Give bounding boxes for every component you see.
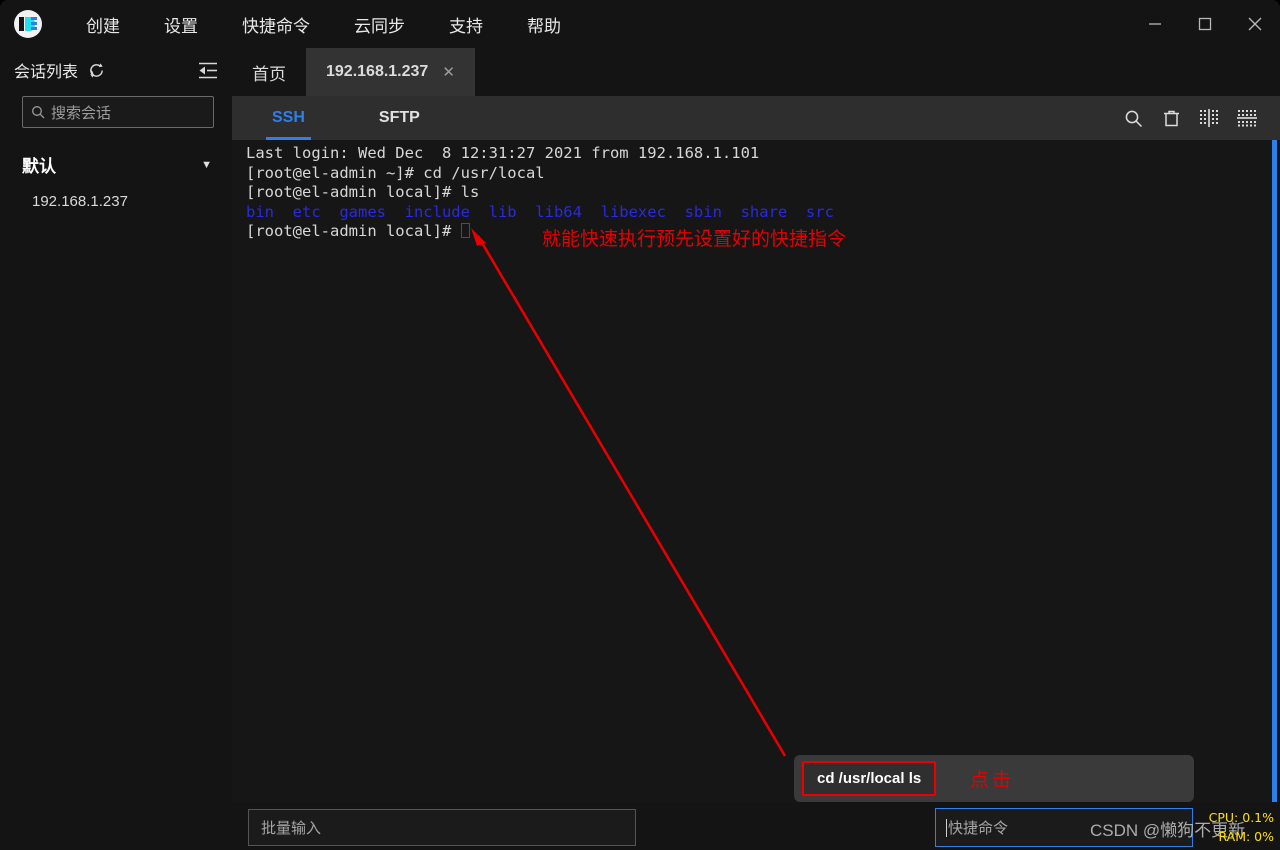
- app-logo-icon: [14, 10, 42, 38]
- menu-bar: 创建 设置 快捷命令 云同步 支持 帮助: [70, 8, 589, 41]
- terminal-line: [root@el-admin ~]# cd /usr/local: [246, 163, 545, 182]
- tab-home-label: 首页: [252, 64, 286, 84]
- terminal-prompt: [root@el-admin local]#: [246, 222, 461, 240]
- annotation-note: 就能快速执行预先设置好的快捷指令: [542, 228, 847, 250]
- terminal-scrollbar[interactable]: [1272, 140, 1277, 844]
- tab-ssh[interactable]: SSH: [266, 96, 311, 140]
- ram-stat: RAM: 0%: [1218, 829, 1274, 844]
- tab-session-label: 192.168.1.237: [326, 63, 429, 80]
- protocol-tab-bar: SSH SFTP: [232, 96, 1280, 140]
- search-icon: [31, 105, 45, 119]
- text-caret: [946, 818, 947, 837]
- batch-input-placeholder: 批量输入: [261, 820, 322, 837]
- tab-strip: 首页 192.168.1.237 ✕: [232, 48, 1280, 96]
- trash-icon[interactable]: [1152, 99, 1190, 137]
- terminal-toolbar: [1114, 99, 1280, 137]
- tab-sftp-label: SFTP: [378, 109, 420, 126]
- annotation-click-label: 点击: [970, 769, 1015, 791]
- collapse-panel-icon[interactable]: [198, 62, 218, 79]
- app-window: 创建 设置 快捷命令 云同步 支持 帮助 会话列表 搜索会话 默认 ▼ 192.…: [0, 0, 1280, 850]
- cpu-stat: CPU: 0.1%: [1208, 810, 1274, 825]
- close-icon[interactable]: ✕: [442, 63, 455, 81]
- menu-item-create[interactable]: 创建: [70, 8, 136, 41]
- search-input[interactable]: 搜索会话: [51, 102, 111, 123]
- terminal-cursor: [460, 223, 470, 238]
- menu-item-cloud-sync[interactable]: 云同步: [338, 8, 421, 41]
- tab-home[interactable]: 首页: [232, 48, 306, 96]
- sidebar: 会话列表 搜索会话 默认 ▼ 192.168.1.237: [0, 48, 232, 850]
- split-horizontal-icon[interactable]: [1228, 99, 1266, 137]
- menu-item-settings[interactable]: 设置: [148, 8, 214, 41]
- title-bar: 创建 设置 快捷命令 云同步 支持 帮助: [0, 0, 1280, 48]
- menu-item-quick-command[interactable]: 快捷命令: [226, 8, 326, 41]
- refresh-icon[interactable]: [88, 62, 105, 79]
- tab-sftp[interactable]: SFTP: [373, 96, 426, 140]
- maximize-button[interactable]: [1180, 0, 1230, 48]
- terminal-line: Last login: Wed Dec 8 12:31:27 2021 from…: [246, 144, 760, 162]
- split-vertical-icon[interactable]: [1190, 99, 1228, 137]
- terminal-line: [root@el-admin local]# ls: [246, 183, 480, 201]
- main-panel: 首页 192.168.1.237 ✕ SSH SFTP Last login: …: [232, 48, 1280, 850]
- close-button[interactable]: [1230, 0, 1280, 48]
- menu-item-support[interactable]: 支持: [433, 8, 499, 41]
- chevron-down-icon[interactable]: ▼: [201, 159, 212, 171]
- minimize-button[interactable]: [1130, 0, 1180, 48]
- session-item[interactable]: 192.168.1.237: [0, 193, 232, 210]
- session-group-label: 默认: [22, 157, 56, 176]
- menu-item-help[interactable]: 帮助: [511, 8, 577, 41]
- batch-input-field[interactable]: 批量输入: [248, 809, 636, 846]
- terminal-line-directories: bin etc games include lib lib64 libexec …: [246, 202, 834, 221]
- resource-stats: CPU: 0.1% RAM: 0%: [1209, 808, 1274, 846]
- search-session-box[interactable]: 搜索会话: [22, 96, 214, 128]
- sidebar-title: 会话列表: [14, 64, 79, 81]
- tab-session-192-168-1-237[interactable]: 192.168.1.237 ✕: [306, 48, 475, 96]
- sidebar-header: 会话列表: [0, 48, 232, 92]
- quick-command-placeholder: 快捷命令: [948, 820, 1009, 837]
- quick-command-item[interactable]: cd /usr/local ls: [802, 761, 937, 796]
- search-icon[interactable]: [1114, 99, 1152, 137]
- tab-ssh-label: SSH: [272, 109, 305, 126]
- window-controls: [1130, 0, 1280, 48]
- session-group-default[interactable]: 默认 ▼: [0, 152, 232, 177]
